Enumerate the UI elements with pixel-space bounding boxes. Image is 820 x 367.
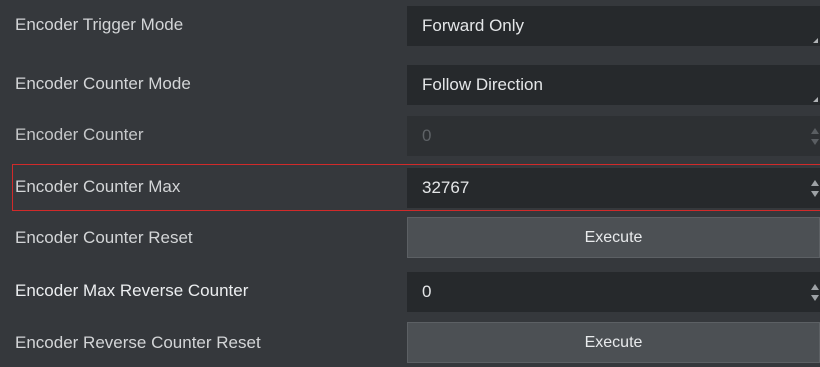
property-label: Encoder Max Reverse Counter: [15, 281, 249, 300]
property-row-encoder-reverse-counter-reset[interactable]: Encoder Reverse Counter Reset Execute: [0, 318, 820, 367]
property-row-encoder-counter-reset[interactable]: Encoder Counter Reset Execute: [0, 213, 820, 262]
property-row-encoder-trigger-mode[interactable]: Encoder Trigger Mode Forward Only: [0, 0, 820, 49]
spinbox-value: 32767: [422, 178, 470, 197]
property-label: Encoder Reverse Counter Reset: [15, 333, 261, 352]
encoder-trigger-mode-dropdown[interactable]: Forward Only: [407, 6, 820, 46]
spin-down-arrow-icon[interactable]: [811, 191, 819, 197]
property-row-encoder-counter-mode[interactable]: Encoder Counter Mode Follow Direction: [0, 59, 820, 108]
spin-up-arrow-icon[interactable]: [811, 284, 819, 290]
spinbox-value: 0: [422, 282, 432, 301]
encoder-counter-max-spinbox[interactable]: 32767: [407, 168, 820, 208]
encoder-counter-mode-dropdown[interactable]: Follow Direction: [407, 65, 820, 105]
property-label: Encoder Counter Max: [15, 177, 181, 196]
dropdown-value: Follow Direction: [422, 75, 543, 94]
dropdown-arrow-icon[interactable]: [813, 97, 818, 102]
property-label: Encoder Counter Reset: [15, 228, 193, 247]
encoder-counter-spinbox: 0: [407, 116, 820, 156]
property-row-encoder-counter-max[interactable]: Encoder Counter Max 32767: [0, 162, 820, 211]
spin-down-arrow-icon[interactable]: [811, 295, 819, 301]
property-label: Encoder Counter: [15, 125, 144, 144]
property-row-encoder-counter: Encoder Counter 0: [0, 110, 820, 159]
encoder-counter-reset-execute-button[interactable]: Execute: [407, 217, 820, 258]
property-label: Encoder Trigger Mode: [15, 15, 184, 34]
encoder-reverse-counter-reset-execute-button[interactable]: Execute: [407, 322, 820, 363]
property-label: Encoder Counter Mode: [15, 74, 191, 93]
spin-down-arrow-icon: [811, 139, 819, 145]
property-row-encoder-max-reverse-counter[interactable]: Encoder Max Reverse Counter 0: [0, 266, 820, 315]
spinbox-value: 0: [422, 126, 432, 145]
property-grid: Encoder Trigger Mode Forward Only Encode…: [0, 0, 820, 363]
spin-up-arrow-icon[interactable]: [811, 180, 819, 186]
dropdown-arrow-icon[interactable]: [813, 38, 818, 43]
dropdown-value: Forward Only: [422, 16, 525, 35]
spin-up-arrow-icon: [811, 128, 819, 134]
encoder-max-reverse-counter-spinbox[interactable]: 0: [407, 272, 820, 312]
